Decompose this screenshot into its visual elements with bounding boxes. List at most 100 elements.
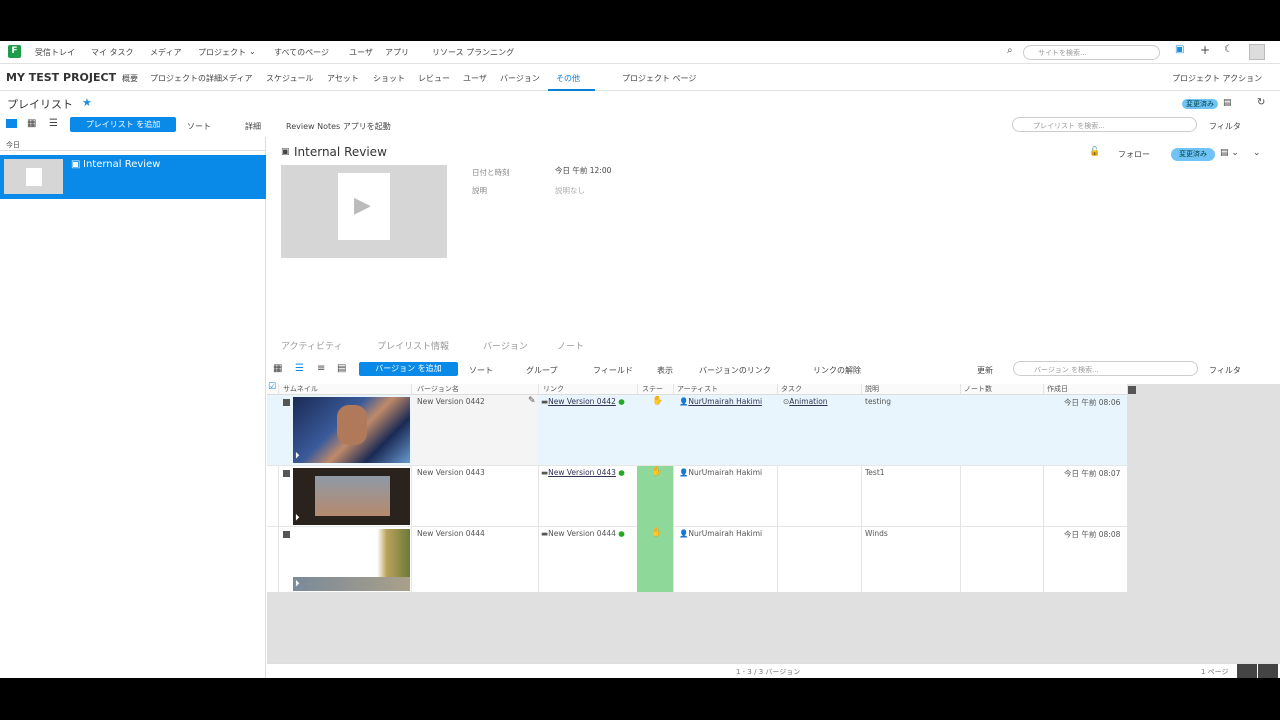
artist-cell[interactable]: 👤NurUmairah Hakimi	[679, 397, 762, 406]
filter-menu[interactable]: フィルタ	[1209, 365, 1241, 376]
project-actions-menu[interactable]: プロジェクト アクション	[1172, 73, 1262, 84]
header-notes[interactable]: ノート数	[964, 384, 1044, 395]
link-text[interactable]: New Version 0444	[548, 529, 616, 538]
link-cell[interactable]: ▬New Version 0444 ●	[541, 529, 625, 538]
nav-my-tasks[interactable]: マイ タスク	[91, 47, 134, 58]
check-icon[interactable]: ☑	[268, 382, 276, 392]
tab-project-details[interactable]: プロジェクトの詳細	[150, 73, 222, 84]
view-rows-icon[interactable]: ≡	[317, 363, 325, 374]
header-status[interactable]: ステー	[642, 384, 674, 395]
update-button[interactable]: 更新	[977, 365, 993, 376]
table-row[interactable]: ⏵ New Version 0443 ▬New Version 0443 ● ✋…	[267, 466, 1127, 527]
row-checkbox[interactable]	[283, 470, 290, 477]
version-name[interactable]: New Version 0444	[417, 529, 485, 538]
header-created[interactable]: 作成日	[1047, 384, 1117, 395]
play-icon[interactable]: ⏵	[295, 579, 300, 589]
link-versions-menu[interactable]: バージョンのリンク	[699, 365, 771, 376]
status-cell[interactable]: ✋	[637, 527, 673, 592]
description-cell[interactable]: Winds	[865, 529, 888, 538]
nav-media[interactable]: メディア	[150, 47, 181, 58]
tab-users[interactable]: ユーザ	[463, 73, 487, 84]
task-cell[interactable]: ⊙Animation	[783, 397, 828, 406]
artist-cell[interactable]: 👤NurUmairah Hakimi	[679, 468, 762, 477]
view-grid-icon[interactable]: ▦	[27, 118, 36, 129]
chart-icon[interactable]	[1258, 664, 1278, 678]
table-row[interactable]: ⏵ New Version 0442 ✎ ▬New Version 0442 ●…	[267, 395, 1127, 466]
follow-button[interactable]: フォロー	[1118, 149, 1150, 160]
nav-users[interactable]: ユーザ	[349, 47, 373, 58]
plus-icon[interactable]: +	[1200, 43, 1210, 57]
row-checkbox[interactable]	[283, 531, 290, 538]
filter-menu[interactable]: フィルタ	[1209, 121, 1241, 132]
tab-media[interactable]: メディア	[221, 73, 252, 84]
remove-link-button[interactable]: リンクの解除	[813, 365, 861, 376]
tab-versions[interactable]: バージョン	[500, 73, 540, 84]
table-row[interactable]: ⏵ New Version 0444 ▬New Version 0444 ● ✋…	[267, 527, 1127, 592]
created-cell[interactable]: 今日 午前 08:08	[1064, 529, 1120, 540]
status-cell[interactable]: ✋	[637, 466, 673, 527]
nav-projects[interactable]: プロジェクト	[198, 47, 246, 58]
chevron-down-icon[interactable]: ⌄	[1253, 148, 1261, 158]
status-hand-icon[interactable]: ✋	[652, 396, 663, 406]
pencil-icon[interactable]: ✎	[528, 396, 536, 406]
tab-project-pages[interactable]: プロジェクト ページ	[622, 73, 696, 84]
play-icon[interactable]: ⏵	[295, 451, 300, 461]
tab-more[interactable]: その他	[556, 73, 580, 84]
fields-menu[interactable]: フィールド	[593, 365, 633, 376]
play-icon[interactable]: ⏵	[295, 513, 300, 523]
version-thumbnail[interactable]: ⏵	[293, 468, 410, 525]
view-grid-icon[interactable]: ▦	[273, 363, 282, 374]
link-text[interactable]: New Version 0443	[548, 468, 616, 477]
tab-schedule[interactable]: スケジュール	[266, 73, 313, 84]
avatar[interactable]	[1249, 44, 1265, 60]
view-table-icon[interactable]: ▤	[337, 363, 346, 374]
version-name[interactable]: New Version 0442	[417, 397, 485, 406]
status-badge[interactable]: 変更済み	[1182, 99, 1218, 109]
nav-apps[interactable]: アプリ	[385, 47, 409, 58]
project-title[interactable]: MY TEST PROJECT	[6, 71, 116, 84]
created-cell[interactable]: 今日 午前 08:06	[1064, 397, 1120, 408]
artist-name[interactable]: NurUmairah Hakimi	[688, 397, 762, 406]
date-value[interactable]: 今日 午前 12:00	[555, 165, 611, 176]
artist-name[interactable]: NurUmairah Hakimi	[688, 468, 762, 477]
refresh-icon[interactable]: ↻	[1257, 97, 1265, 108]
header-link[interactable]: リンク	[543, 384, 639, 395]
nav-inbox[interactable]: 受信トレイ	[35, 47, 75, 58]
nav-resource-planning[interactable]: リソース プランニング	[432, 47, 514, 58]
playlist-search-input[interactable]: プレイリスト を検索...	[1012, 117, 1197, 132]
header-version-name[interactable]: バージョン名	[417, 384, 535, 395]
detail-status-badge[interactable]: 変更済み	[1171, 148, 1215, 161]
header-task[interactable]: タスク	[781, 384, 861, 395]
sort-menu[interactable]: ソート	[187, 121, 211, 132]
tab-notes[interactable]: ノート	[557, 339, 584, 352]
nav-all-pages[interactable]: すべてのページ	[274, 47, 329, 58]
doc-icon[interactable]: ▤	[1223, 98, 1232, 108]
description-value[interactable]: 説明なし	[555, 185, 585, 196]
version-thumbnail[interactable]: ⏵	[293, 529, 410, 591]
sort-menu[interactable]: ソート	[469, 365, 493, 376]
link-text[interactable]: New Version 0442	[548, 397, 616, 406]
view-rows-icon[interactable]: ☰	[49, 118, 58, 129]
app-logo[interactable]: F	[8, 45, 21, 58]
add-version-button[interactable]: バージョン を追加	[359, 362, 458, 376]
tab-review[interactable]: レビュー	[418, 73, 450, 84]
sidebar-item-internal-review[interactable]: ▣ Internal Review	[0, 155, 266, 199]
display-menu[interactable]: 表示	[657, 365, 673, 376]
task-name[interactable]: Animation	[789, 397, 827, 406]
chevron-down-icon[interactable]: ⌄	[249, 47, 256, 56]
view-list-icon[interactable]	[6, 119, 17, 128]
tab-overview[interactable]: 概要	[122, 73, 138, 84]
tab-playlist-info[interactable]: プレイリスト情報	[377, 339, 449, 352]
view-list-icon[interactable]: ☰	[295, 363, 304, 374]
tab-versions[interactable]: バージョン	[483, 339, 528, 352]
site-search-input[interactable]: サイトを検索...	[1023, 45, 1160, 60]
header-artist[interactable]: アーティスト	[677, 384, 777, 395]
header-thumbnail[interactable]: サムネイル	[283, 384, 403, 395]
description-cell[interactable]: testing	[865, 397, 891, 406]
star-icon[interactable]: ★	[82, 96, 92, 109]
version-name[interactable]: New Version 0443	[417, 468, 485, 477]
header-description[interactable]: 説明	[865, 384, 955, 395]
review-notes-button[interactable]: Review Notes アプリを起動	[286, 121, 391, 132]
moon-icon[interactable]: ☾	[1224, 44, 1233, 55]
version-thumbnail[interactable]: ⏵	[293, 397, 410, 463]
